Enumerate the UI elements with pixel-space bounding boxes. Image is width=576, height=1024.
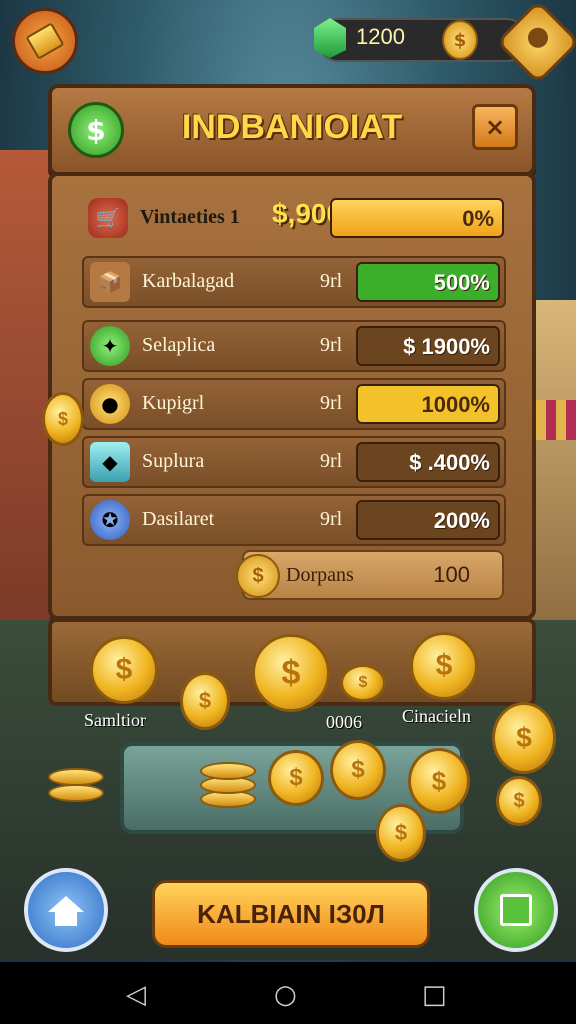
row-percent: 200% [433, 508, 490, 533]
board-mid-label: 0006 [326, 712, 362, 732]
recents-icon[interactable]: □ [422, 980, 447, 1010]
box-icon: ◆ [90, 442, 130, 482]
progress-bar: 200% [356, 500, 500, 540]
coin-icon: $ [180, 672, 230, 730]
row-unit: 9rl [320, 270, 343, 292]
row-unit: 9rl [320, 334, 343, 356]
list-item[interactable]: ● Kupigrl 9rl 1000% [82, 378, 506, 430]
coin-stack-icon: ● [90, 384, 130, 424]
row-percent: 500% [433, 270, 490, 295]
coin-icon: $ [268, 750, 324, 806]
row-name: Dasilaret [142, 508, 215, 530]
coin-icon: $ [330, 740, 386, 800]
progress-bar: 500% [356, 262, 500, 302]
coin-icon: $ [376, 804, 426, 862]
row-name: Suplura [142, 450, 205, 472]
coin-stack-icon [200, 762, 256, 780]
store-icon [500, 894, 532, 926]
progress-bar: 1000% [356, 384, 500, 424]
coin-icon: $ [236, 554, 280, 598]
row-percent: $ 1900% [403, 334, 490, 359]
coin-stack-icon [48, 768, 104, 786]
menu-button[interactable] [12, 8, 78, 74]
coin-icon: $ [496, 776, 542, 826]
row-name: Vintaeties 1 [140, 206, 240, 228]
row-unit: 9rl [320, 508, 343, 530]
crate-icon: 📦 [90, 262, 130, 302]
progress-bar: $ .400% [356, 442, 500, 482]
coin-icon: $ [340, 664, 386, 702]
row-name: Selaplica [142, 334, 216, 356]
panel-header: $ INDBANIOIAT × [48, 84, 536, 176]
store-button[interactable] [474, 868, 558, 952]
total-value: 100 [433, 562, 470, 587]
stats-panel: 🛒 Vintaeties 1 $,900 0% 📦 Karbalagad 9rl… [48, 172, 536, 620]
total-row: $ Dorpans 100 [236, 550, 504, 600]
row-unit: 9rl [320, 392, 343, 414]
coin-stack-icon [48, 784, 104, 802]
row-name: Kupigrl [142, 392, 205, 414]
resource-bar [318, 18, 527, 62]
board-right-label: Cinacieln [402, 706, 471, 726]
row-percent: 1000% [421, 392, 490, 417]
row-percent: 0% [462, 206, 494, 231]
coin-icon: $ [410, 632, 478, 700]
list-item[interactable]: 📦 Karbalagad 9rl 500% [82, 256, 506, 308]
list-item[interactable]: 🛒 Vintaeties 1 $,900 0% [82, 194, 504, 242]
action-button[interactable]: KALBIAIN ІЗ0Л [152, 880, 430, 948]
close-button[interactable]: × [472, 104, 518, 150]
coin-icon: $ [492, 702, 556, 774]
row-unit: 9rl [320, 450, 343, 472]
gear-icon [528, 27, 548, 48]
row-name: Karbalagad [142, 270, 235, 292]
badge-icon: ✪ [90, 500, 130, 540]
total-label: Dorpans [286, 564, 354, 586]
home-nav-icon[interactable]: ○ [274, 980, 297, 1010]
gem-count: 1200 [356, 24, 405, 49]
board-left-label: Samltior [84, 710, 146, 730]
coin-icon: $ [252, 634, 330, 712]
home-button[interactable] [24, 868, 108, 952]
home-icon-body [55, 910, 77, 926]
list-item[interactable]: ◆ Suplura 9rl $ .400% [82, 436, 506, 488]
cart-icon: 🛒 [88, 198, 128, 238]
coin-icon: $ [408, 748, 470, 814]
leaf-icon: ✦ [90, 326, 130, 366]
ticket-icon [25, 22, 65, 60]
coin-icon: $ [90, 636, 158, 704]
coin-icon: $ [42, 392, 84, 446]
list-item[interactable]: ✦ Selaplica 9rl $ 1900% [82, 320, 506, 372]
back-icon[interactable]: ◁ [126, 980, 146, 1010]
progress-bar: $ 1900% [356, 326, 500, 366]
coin-icon: $ [442, 20, 478, 60]
list-item[interactable]: ✪ Dasilaret 9rl 200% [82, 494, 506, 546]
page-title: INDBANIOIAT [181, 108, 403, 146]
dollar-coin-icon: $ [68, 102, 124, 158]
row-percent: $ .400% [409, 450, 490, 475]
progress-bar: 0% [330, 198, 504, 238]
